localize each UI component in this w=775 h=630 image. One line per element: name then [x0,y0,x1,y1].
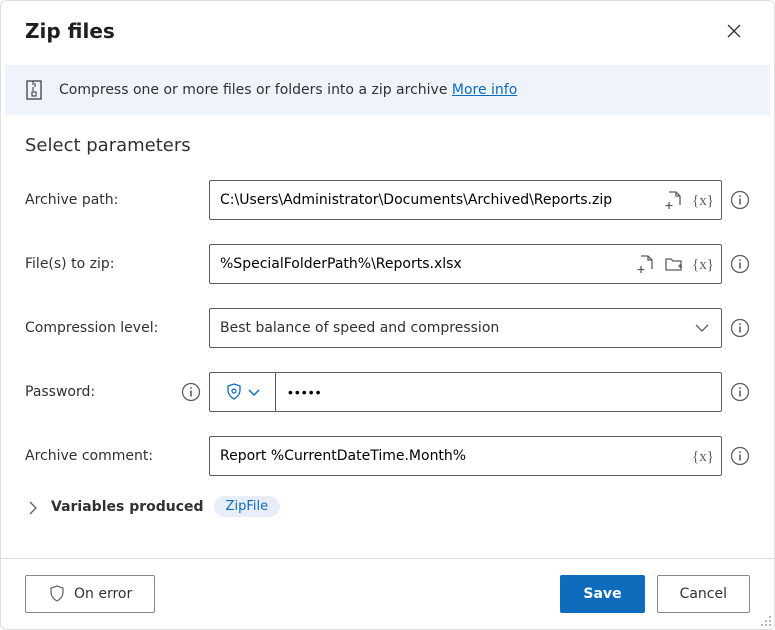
help-compression-level[interactable] [730,318,750,338]
dialog-title: Zip files [25,19,115,43]
archive-comment-field [209,436,722,476]
info-icon [730,190,750,210]
variable-icon [692,447,712,465]
select-folder-button[interactable] [663,253,685,275]
shield-icon [48,584,66,604]
help-archive-comment[interactable] [730,446,750,466]
archive-comment-input[interactable] [210,437,691,475]
files-to-zip-input[interactable] [210,245,635,283]
row-archive-path: Archive path: [25,180,750,220]
insert-variable-button[interactable] [691,253,713,275]
chevron-down-icon [693,319,711,337]
save-button[interactable]: Save [560,575,644,613]
variables-produced-row: Variables produced ZipFile [25,496,750,517]
row-password: Password: [25,372,750,412]
close-icon [725,22,743,40]
chevron-down-icon [247,385,261,399]
help-password[interactable] [730,382,750,402]
compression-level-select[interactable]: Best balance of speed and compression [209,308,722,348]
insert-variable-button[interactable] [691,189,713,211]
dialog-header: Zip files [1,1,774,51]
variables-produced-label: Variables produced [51,499,204,515]
row-files-to-zip: File(s) to zip: [25,244,750,284]
shield-icon [225,382,243,402]
info-icon [730,254,750,274]
archive-path-input[interactable] [210,181,663,219]
label-compression-level: Compression level: [25,320,201,336]
label-archive-comment: Archive comment: [25,448,201,464]
help-archive-path[interactable] [730,190,750,210]
insert-variable-button[interactable] [691,445,713,467]
variable-icon [692,191,712,209]
label-archive-path: Archive path: [25,192,201,208]
folder-icon [664,254,684,274]
row-archive-comment: Archive comment: [25,436,750,476]
more-info-link[interactable]: More info [452,82,517,98]
variable-pill-zipfile[interactable]: ZipFile [214,496,281,517]
row-compression-level: Compression level: Best balance of speed… [25,308,750,348]
select-file-button[interactable] [663,189,685,211]
content-area: Select parameters Archive path: File(s) … [1,115,774,558]
zip-icon [25,79,45,101]
close-button[interactable] [718,15,750,47]
info-description: Compress one or more files or folders in… [59,82,452,98]
section-title: Select parameters [25,135,750,156]
on-error-label: On error [74,586,132,602]
file-select-icon [637,254,655,274]
info-icon [181,382,201,402]
variable-icon [692,255,712,273]
resize-grip[interactable] [759,614,773,628]
variables-expand-toggle[interactable] [25,499,41,515]
password-mode-toggle[interactable] [210,373,276,411]
password-input[interactable] [276,373,721,411]
compression-level-value: Best balance of speed and compression [220,320,499,336]
info-icon [730,318,750,338]
info-icon [730,446,750,466]
dialog-footer: On error Save Cancel [1,558,774,629]
label-files-to-zip: File(s) to zip: [25,256,201,272]
select-file-button[interactable] [635,253,657,275]
help-files-to-zip[interactable] [730,254,750,274]
label-password: Password: [25,384,95,400]
cancel-button[interactable]: Cancel [657,575,750,613]
password-field [209,372,722,412]
info-icon [730,382,750,402]
files-to-zip-field [209,244,722,284]
info-bar: Compress one or more files or folders in… [5,65,770,115]
file-select-icon [665,190,683,210]
on-error-button[interactable]: On error [25,575,155,613]
chevron-right-icon [25,499,41,515]
help-password-left[interactable] [181,382,201,402]
archive-path-field [209,180,722,220]
